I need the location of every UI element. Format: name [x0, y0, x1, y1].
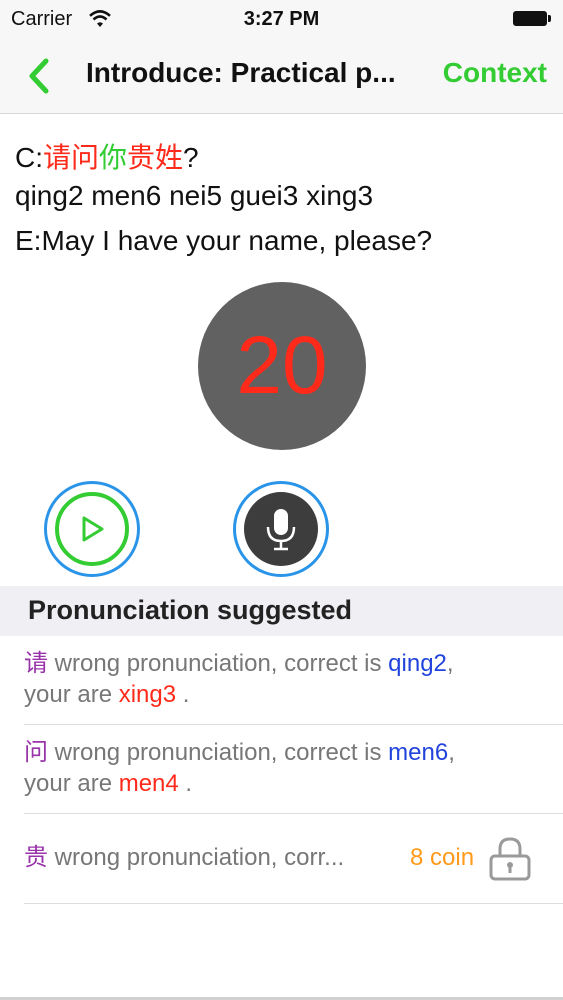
- user-pinyin: xing3: [118, 681, 177, 708]
- correct-pinyin: qing2: [388, 650, 447, 677]
- suggestion-char: 贵: [24, 844, 48, 871]
- page-title: Introduce: Practical p...: [86, 57, 396, 88]
- play-button-inner: [55, 492, 129, 566]
- correct-pinyin: men6: [388, 739, 449, 766]
- chinese-sentence: C:请问你贵姓?: [15, 136, 199, 176]
- pinyin-line: qing2 men6 nei5 guei3 xing3: [15, 180, 374, 211]
- suggestion-punct: ,: [446, 650, 454, 677]
- play-button[interactable]: [44, 481, 140, 577]
- suggestion-row[interactable]: 问 wrong pronunciation, correct is men6, y…: [24, 725, 563, 814]
- record-button-inner: [244, 492, 318, 566]
- suggestion-message: your are: [24, 770, 119, 797]
- score-value: 20: [236, 320, 328, 411]
- suggestion-row-locked[interactable]: 贵 wrong pronunciation, corr... 8 coin: [24, 814, 563, 904]
- english-translation: E:May I have your name, please?: [15, 225, 433, 256]
- suggestion-message: wrong pronunciation, corr...: [48, 844, 345, 871]
- chinese-suffix: ?: [183, 142, 199, 173]
- chinese-chars-qingwen: 请问: [43, 142, 100, 173]
- suggestion-text: 问 wrong pronunciation, correct is men6, y…: [24, 737, 529, 799]
- context-button[interactable]: Context: [443, 57, 547, 89]
- suggestion-text: 贵 wrong pronunciation, corr...: [24, 842, 394, 873]
- chinese-chars-guixing: 贵姓: [127, 142, 184, 173]
- navigation-bar: Introduce: Practical p... Context: [0, 40, 563, 114]
- chinese-prefix: C:: [15, 142, 43, 173]
- microphone-icon: [266, 509, 296, 551]
- chinese-char-ni: 你: [99, 142, 128, 173]
- suggestion-message: your are: [24, 681, 119, 708]
- status-bar: Carrier 3:27 PM: [0, 0, 563, 40]
- status-time: 3:27 PM: [243, 8, 320, 30]
- suggestion-punct: ,: [448, 739, 455, 766]
- score-circle: 20: [198, 282, 366, 450]
- section-header: Pronunciation suggested: [0, 586, 563, 636]
- user-pinyin: men4: [118, 770, 179, 797]
- record-button[interactable]: [233, 481, 329, 577]
- suggestion-char: 问: [24, 739, 48, 766]
- suggestion-message: wrong pronunciation, correct is: [48, 650, 389, 677]
- play-icon: [82, 516, 104, 542]
- back-chevron-icon[interactable]: [24, 56, 60, 96]
- suggestion-text: 请 wrong pronunciation, correct is qing2,…: [24, 648, 529, 710]
- suggestion-punct: .: [176, 681, 190, 708]
- suggestion-message: wrong pronunciation, correct is: [48, 739, 389, 766]
- suggestion-row[interactable]: 请 wrong pronunciation, correct is qing2,…: [24, 636, 563, 725]
- coin-cost: 8 coin: [410, 844, 475, 871]
- battery-icon: [513, 11, 551, 26]
- suggestion-char: 请: [24, 650, 48, 677]
- suggestion-punct: .: [178, 770, 193, 797]
- section-title: Pronunciation suggested: [28, 595, 353, 625]
- lock-icon[interactable]: [488, 836, 532, 882]
